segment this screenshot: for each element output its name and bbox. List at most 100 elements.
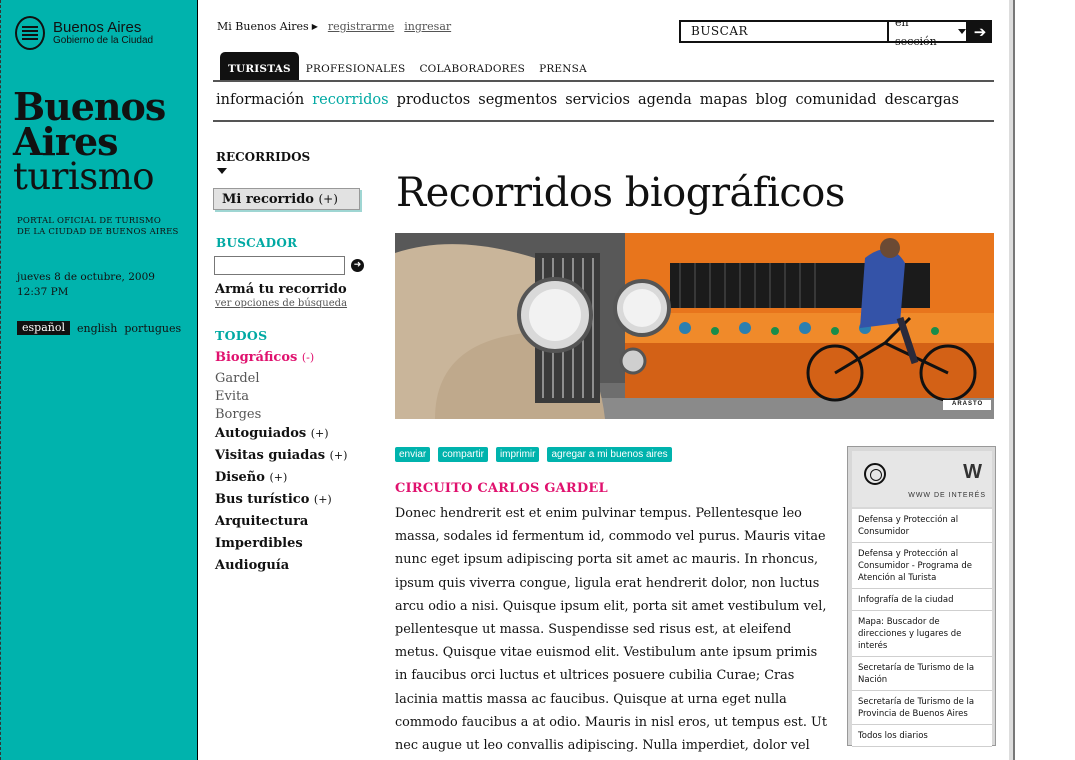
- tab-profesionales[interactable]: PROFESIONALES: [299, 52, 413, 82]
- submenu-evita[interactable]: Evita: [215, 388, 347, 406]
- www-link[interactable]: Secretaría de Turismo de la Provincia de…: [852, 691, 992, 725]
- main-nav: información recorridos productos segment…: [216, 92, 959, 108]
- logo-line2: Gobierno de la Ciudad: [53, 35, 154, 46]
- nav-recorridos[interactable]: recorridos: [312, 92, 388, 108]
- submenu-borges[interactable]: Borges: [215, 406, 347, 424]
- share-actions: enviar compartir imprimir agregar a mi b…: [395, 447, 672, 462]
- arrow-right-icon: ➜: [353, 260, 362, 270]
- menu-visitas-label: Visitas guiadas: [215, 448, 326, 463]
- www-link[interactable]: Defensa y Protección al Consumidor - Pro…: [852, 543, 992, 589]
- gobierno-logo[interactable]: Buenos Aires Gobierno de la Ciudad: [15, 16, 153, 50]
- nav-mapas[interactable]: mapas: [700, 92, 748, 108]
- www-letter: W: [963, 461, 982, 483]
- menu-autoguiados-toggle: (+): [310, 427, 329, 440]
- register-link[interactable]: registrarme: [328, 20, 394, 33]
- nav-productos[interactable]: productos: [397, 92, 471, 108]
- search-scope-label: en sección: [895, 15, 937, 48]
- www-header: W WWW DE INTERÉS: [852, 451, 992, 507]
- search-scope-select[interactable]: en sección: [887, 16, 968, 48]
- hero-photo: [395, 233, 994, 419]
- chevron-down-icon: [958, 29, 966, 34]
- site-title-line3: turismo: [13, 154, 155, 198]
- caret-right-icon: ▶: [311, 22, 318, 31]
- menu-audioguia[interactable]: Audioguía: [215, 556, 347, 578]
- globe-icon: [864, 463, 886, 485]
- time-text: 12:37 PM: [17, 286, 69, 298]
- lang-portugues[interactable]: portugues: [124, 322, 181, 335]
- mi-recorrido-label: Mi recorrido: [222, 192, 314, 207]
- article-subtitle: CIRCUITO CARLOS GARDEL: [395, 481, 608, 496]
- search-options-link[interactable]: ver opciones de búsqueda: [215, 298, 347, 309]
- mi-recorrido-button[interactable]: Mi recorrido (+): [213, 188, 360, 210]
- nav-servicios[interactable]: servicios: [565, 92, 630, 108]
- lang-espanol[interactable]: español: [17, 321, 70, 335]
- menu-imperdibles[interactable]: Imperdibles: [215, 534, 347, 556]
- current-date: jueves 8 de octubre, 2009 12:37 PM: [17, 270, 155, 300]
- nav-segmentos[interactable]: segmentos: [478, 92, 557, 108]
- menu-autoguiados-label: Autoguiados: [215, 426, 307, 441]
- photo-credit: ARASTO: [952, 401, 984, 407]
- search-bar: BUSCAR en sección ➔: [679, 16, 992, 48]
- audience-tabs: TURISTAS PROFESIONALES COLABORADORES PRE…: [220, 52, 594, 82]
- nav-agenda[interactable]: agenda: [638, 92, 692, 108]
- mi-buenos-aires-link[interactable]: Mi Buenos Aires: [217, 20, 309, 33]
- date-text: jueves 8 de octubre, 2009: [17, 271, 155, 283]
- www-link[interactable]: Todos los diarios: [852, 725, 992, 747]
- logo-line1: Buenos Aires: [53, 19, 142, 36]
- menu-diseno[interactable]: Diseño (+): [215, 468, 347, 490]
- portal-line2: DE LA CIUDAD DE BUENOS AIRES: [17, 227, 179, 237]
- menu-biograficos-label: Biográficos: [215, 350, 298, 365]
- print-button[interactable]: imprimir: [495, 447, 540, 462]
- menu-bus-turistico[interactable]: Bus turístico (+): [215, 490, 347, 512]
- submenu-gardel[interactable]: Gardel: [215, 370, 347, 388]
- menu-visitas-guiadas[interactable]: Visitas guiadas (+): [215, 446, 347, 468]
- caret-down-icon: [217, 168, 227, 174]
- city-seal-icon: [15, 16, 45, 50]
- nav-blog[interactable]: blog: [756, 92, 788, 108]
- mi-recorrido-toggle: (+): [318, 192, 338, 206]
- language-switcher: español english portugues: [17, 321, 181, 335]
- site-title[interactable]: Buenos Aires turismo: [13, 88, 166, 198]
- www-links: Defensa y Protección al Consumidor Defen…: [852, 509, 992, 747]
- menu-bus-label: Bus turístico: [215, 492, 310, 507]
- article-body: Donec hendrerit est et enim pulvinar tem…: [395, 506, 827, 754]
- lang-english[interactable]: english: [77, 322, 117, 335]
- tabs-divider: [213, 80, 994, 82]
- section-title: RECORRIDOS: [216, 150, 311, 164]
- tab-turistas[interactable]: TURISTAS: [220, 52, 299, 82]
- www-de-interes-box: W WWW DE INTERÉS Defensa y Protección al…: [847, 446, 996, 747]
- www-link[interactable]: Secretaría de Turismo de la Nación: [852, 657, 992, 691]
- www-link[interactable]: Defensa y Protección al Consumidor: [852, 509, 992, 543]
- menu-biograficos-toggle: (-): [301, 351, 315, 364]
- share-button[interactable]: compartir: [438, 447, 488, 462]
- brand-sidebar: Buenos Aires Gobierno de la Ciudad Bueno…: [0, 0, 198, 760]
- menu-autoguiados[interactable]: Autoguiados (+): [215, 424, 347, 446]
- tab-colaboradores[interactable]: COLABORADORES: [412, 52, 532, 82]
- search-submit-button[interactable]: ➔: [968, 20, 992, 43]
- menu-bus-toggle: (+): [313, 493, 332, 506]
- www-label: WWW DE INTERÉS: [908, 492, 986, 499]
- user-nav: Mi Buenos Aires ▶ registrarme ingresar: [217, 20, 451, 33]
- page-title: Recorridos biográficos: [396, 170, 845, 216]
- www-link[interactable]: Infografía de la ciudad: [852, 589, 992, 611]
- add-to-mi-buenos-aires-button[interactable]: agregar a mi buenos aires: [547, 447, 672, 462]
- login-link[interactable]: ingresar: [404, 20, 451, 33]
- nav-informacion[interactable]: información: [216, 92, 304, 108]
- menu-arquitectura[interactable]: Arquitectura: [215, 512, 347, 534]
- page-edge: [1013, 0, 1015, 760]
- menu-visitas-toggle: (+): [329, 449, 348, 462]
- www-link[interactable]: Mapa: Buscador de direcciones y lugares …: [852, 611, 992, 657]
- menu-biograficos[interactable]: Biográficos (-): [215, 348, 347, 370]
- route-search-go-button[interactable]: ➜: [351, 259, 364, 272]
- nav-comunidad[interactable]: comunidad: [795, 92, 876, 108]
- send-button[interactable]: enviar: [395, 447, 431, 462]
- tab-prensa[interactable]: PRENSA: [532, 52, 594, 82]
- menu-diseno-label: Diseño: [215, 470, 265, 485]
- buscador-title: BUSCADOR: [216, 236, 298, 250]
- portal-tagline: PORTAL OFICIAL DE TURISMO DE LA CIUDAD D…: [17, 216, 179, 238]
- route-search-input[interactable]: [214, 256, 345, 275]
- todos-link[interactable]: TODOS: [215, 328, 267, 343]
- menu-diseno-toggle: (+): [269, 471, 288, 484]
- search-input[interactable]: BUSCAR: [679, 20, 887, 43]
- nav-descargas[interactable]: descargas: [885, 92, 959, 108]
